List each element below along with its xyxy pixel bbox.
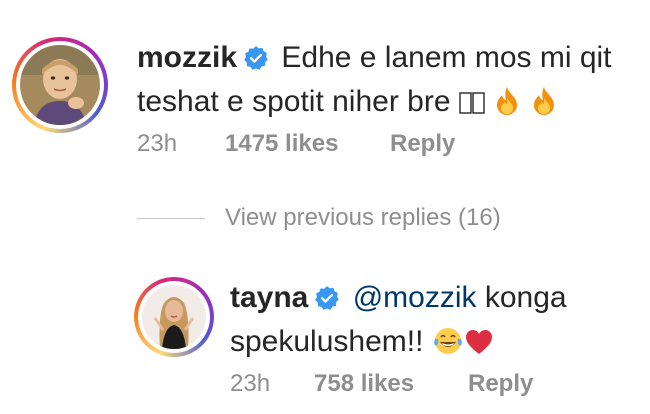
reply-username[interactable]: tayna: [230, 281, 308, 314]
tears-of-joy-emoji-icon: [432, 326, 464, 356]
verified-badge-icon: [243, 45, 269, 71]
reply-text-block: tayna @mozzik konga spekulushem!!: [230, 276, 567, 364]
reply-likes-count[interactable]: 758 likes: [314, 370, 414, 398]
comment-likes-count[interactable]: 1475 likes: [225, 130, 338, 158]
avatar-mozzik[interactable]: [12, 37, 108, 133]
avatar-photo: [20, 45, 100, 125]
comment-text-line2: teshat e spotit niher bre: [137, 85, 451, 118]
view-previous-replies[interactable]: View previous replies (16): [137, 200, 501, 236]
reply-text-line2: spekulushem!!: [230, 325, 424, 358]
reply-mention-link[interactable]: @mozzik: [353, 281, 477, 314]
child-portrait-image: [20, 45, 100, 125]
divider-line: [137, 217, 205, 219]
avatar-tayna[interactable]: [134, 277, 214, 357]
reply-meta: 23h 758 likes Reply: [230, 370, 533, 398]
fire-emoji-icon: [530, 86, 558, 116]
comment-meta: 23h 1475 likes Reply: [137, 130, 455, 158]
comment-username[interactable]: mozzik: [137, 41, 237, 74]
verified-badge-icon: [314, 285, 340, 311]
red-heart-emoji-icon: [464, 328, 494, 356]
comment-reply-button[interactable]: Reply: [390, 130, 455, 158]
comment-timestamp: 23h: [137, 130, 178, 157]
reply-timestamp: 23h: [230, 370, 271, 397]
comment-text-line1: Edhe e lanem mos mi qit: [281, 41, 612, 74]
woman-portrait-image: [142, 285, 206, 349]
missing-glyph-icon: [472, 90, 485, 116]
fire-emoji-icon: [493, 86, 521, 116]
comment-text-block: mozzik Edhe e lanem mos mi qit teshat e …: [137, 36, 612, 124]
missing-glyph-icon: [459, 90, 472, 116]
reply-text-line1-rest: konga: [476, 281, 567, 314]
avatar-photo: [142, 285, 206, 349]
view-previous-replies-label[interactable]: View previous replies (16): [225, 204, 501, 232]
reply-reply-button[interactable]: Reply: [468, 370, 533, 398]
